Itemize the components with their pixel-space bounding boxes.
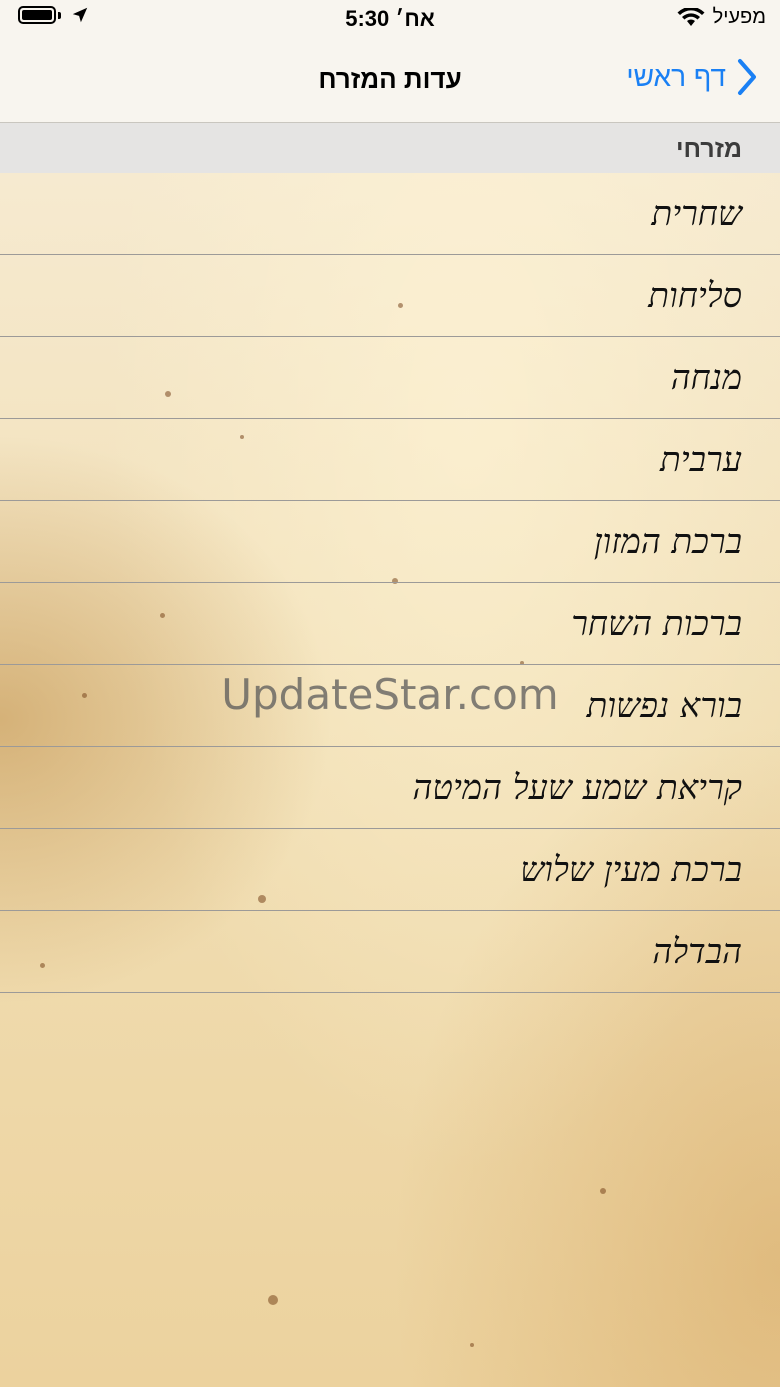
- list-item-label: ערבית: [660, 439, 742, 480]
- list-item-label: סליחות: [648, 275, 742, 316]
- status-time: 5:30 אח׳: [345, 6, 435, 31]
- list-item-havdalah[interactable]: הבדלה: [0, 911, 780, 993]
- section-header: מזרחי: [0, 123, 780, 173]
- list-item-selichot[interactable]: סליחות: [0, 255, 780, 337]
- status-bar: 5:30 אח׳ מפעיל: [0, 0, 780, 40]
- speck: [470, 1343, 474, 1347]
- navigation-bar: עדות המזרח דף ראשי: [0, 40, 780, 123]
- list-item-label: ברכת מעין שלוש: [520, 849, 742, 890]
- back-button-label: דף ראשי: [626, 61, 726, 92]
- chevron-right-icon: [738, 59, 756, 95]
- list-item-label: ברכת המזון: [593, 521, 742, 562]
- list-item-label: הבדלה: [652, 931, 742, 972]
- list-item-birkat-hamazon[interactable]: ברכת המזון: [0, 501, 780, 583]
- list-item-shacharit[interactable]: שחרית: [0, 173, 780, 255]
- list-item-mincha[interactable]: מנחה: [0, 337, 780, 419]
- list-item-label: בורא נפשות: [586, 685, 742, 726]
- back-button[interactable]: דף ראשי: [626, 58, 758, 96]
- list-item-mein-shalosh[interactable]: ברכת מעין שלוש: [0, 829, 780, 911]
- speck: [600, 1188, 606, 1194]
- list-item-label: מנחה: [670, 357, 742, 398]
- list-item-arvit[interactable]: ערבית: [0, 419, 780, 501]
- list-item-label: ברכות השחר: [571, 603, 742, 644]
- speck: [268, 1295, 278, 1305]
- list-item-label: קריאת שמע שעל המיטה: [412, 767, 742, 808]
- prayer-list: שחרית סליחות מנחה ערבית ברכת המזון ברכות…: [0, 173, 780, 993]
- list-item-kriat-shema[interactable]: קריאת שמע שעל המיטה: [0, 747, 780, 829]
- list-item-label: שחרית: [651, 193, 742, 234]
- status-right: מפעיל: [677, 6, 766, 29]
- wifi-icon: [677, 7, 705, 26]
- list-item-birkot-hashachar[interactable]: ברכות השחר: [0, 583, 780, 665]
- carrier-label: מפעיל: [712, 6, 766, 28]
- list-item-bore-nefashot[interactable]: בורא נפשות: [0, 665, 780, 747]
